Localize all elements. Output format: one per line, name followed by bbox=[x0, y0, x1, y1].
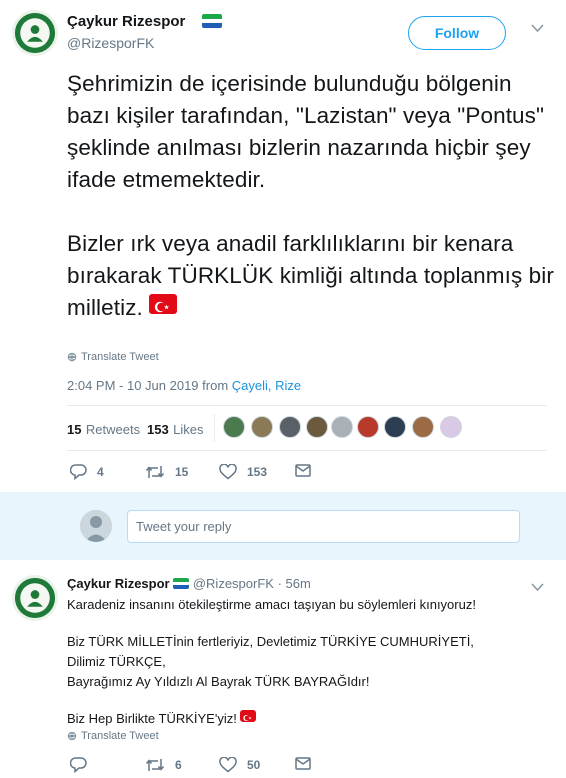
reply-time[interactable]: 56m bbox=[286, 576, 311, 591]
location-link[interactable]: Çayeli, Rize bbox=[232, 378, 301, 393]
chevron-down-icon[interactable] bbox=[531, 21, 544, 36]
turkish-flag-icon bbox=[240, 710, 257, 722]
liker-avatar[interactable] bbox=[331, 416, 353, 438]
reply-tweet-like-action[interactable]: 50 bbox=[219, 757, 260, 773]
liker-avatar[interactable] bbox=[384, 416, 406, 438]
avatar-portrait-icon bbox=[15, 13, 55, 53]
liker-avatar[interactable] bbox=[306, 416, 328, 438]
user-handle[interactable]: @RizesporFK bbox=[67, 35, 154, 51]
likes-stat[interactable]: 153 Likes bbox=[147, 421, 204, 439]
display-name[interactable]: Çaykur Rizespor bbox=[67, 13, 185, 30]
liker-avatar[interactable] bbox=[440, 416, 462, 438]
divider bbox=[67, 405, 547, 406]
reply-translate-link[interactable]: Translate Tweet bbox=[67, 730, 159, 742]
like-action[interactable]: 153 bbox=[219, 464, 267, 480]
message-icon bbox=[295, 464, 311, 477]
reply-tweet-retweet-action[interactable]: 6 bbox=[145, 757, 182, 773]
translate-tweet-link[interactable]: Translate Tweet bbox=[67, 351, 159, 363]
retweet-icon bbox=[145, 759, 165, 771]
liker-avatar[interactable] bbox=[412, 416, 434, 438]
liker-avatar[interactable] bbox=[357, 416, 379, 438]
tweet-text: Şehrimizin de içerisinde bulunduğu bölge… bbox=[67, 68, 557, 324]
heart-icon bbox=[219, 464, 237, 480]
heart-icon bbox=[219, 757, 237, 773]
liker-avatar[interactable] bbox=[279, 416, 301, 438]
user-avatar bbox=[80, 510, 112, 542]
tweet-paragraph-2: Bizler ırk veya anadil farklılıklarını b… bbox=[67, 231, 554, 320]
reply-author-avatar[interactable] bbox=[12, 575, 58, 621]
reply-icon bbox=[70, 757, 87, 773]
retweet-action[interactable]: 15 bbox=[145, 464, 188, 480]
liker-avatar[interactable] bbox=[251, 416, 273, 438]
reply-tweet-reply-action[interactable] bbox=[70, 757, 87, 773]
globe-icon bbox=[67, 731, 77, 741]
reply-display-name[interactable]: Çaykur Rizespor bbox=[67, 576, 170, 591]
follow-button[interactable]: Follow bbox=[408, 16, 506, 50]
retweets-stat[interactable]: 15 Retweets bbox=[67, 421, 140, 439]
reply-action[interactable]: 4 bbox=[70, 464, 104, 480]
follow-label: Follow bbox=[434, 25, 480, 41]
turkish-flag-icon bbox=[149, 294, 178, 314]
divider bbox=[67, 450, 547, 451]
message-icon bbox=[295, 757, 311, 770]
avatar-portrait-icon bbox=[15, 578, 55, 618]
reply-handle[interactable]: @RizesporFK bbox=[193, 576, 274, 591]
direct-message-action[interactable] bbox=[295, 464, 311, 477]
profile-avatar[interactable] bbox=[12, 10, 58, 56]
globe-icon bbox=[67, 352, 77, 362]
reply-tweet-text: Karadeniz insanını ötekileştirme amacı t… bbox=[67, 597, 476, 726]
default-user-icon bbox=[80, 510, 112, 542]
flag-emoji-icon bbox=[173, 578, 190, 589]
reply-icon bbox=[70, 464, 87, 480]
flag-emoji-icon bbox=[202, 14, 222, 28]
reply-input[interactable]: Tweet your reply bbox=[127, 510, 520, 543]
liker-avatar[interactable] bbox=[223, 416, 245, 438]
reply-tweet-message-action[interactable] bbox=[295, 757, 311, 770]
tweet-paragraph-1: Şehrimizin de içerisinde bulunduğu bölge… bbox=[67, 71, 545, 192]
reply-header: Çaykur Rizespor @RizesporFK · 56m bbox=[67, 576, 311, 591]
retweet-icon bbox=[145, 466, 165, 478]
tweet-timestamp: 2:04 PM - 10 Jun 2019 from Çayeli, Rize bbox=[67, 378, 302, 393]
chevron-down-icon[interactable] bbox=[531, 580, 544, 595]
